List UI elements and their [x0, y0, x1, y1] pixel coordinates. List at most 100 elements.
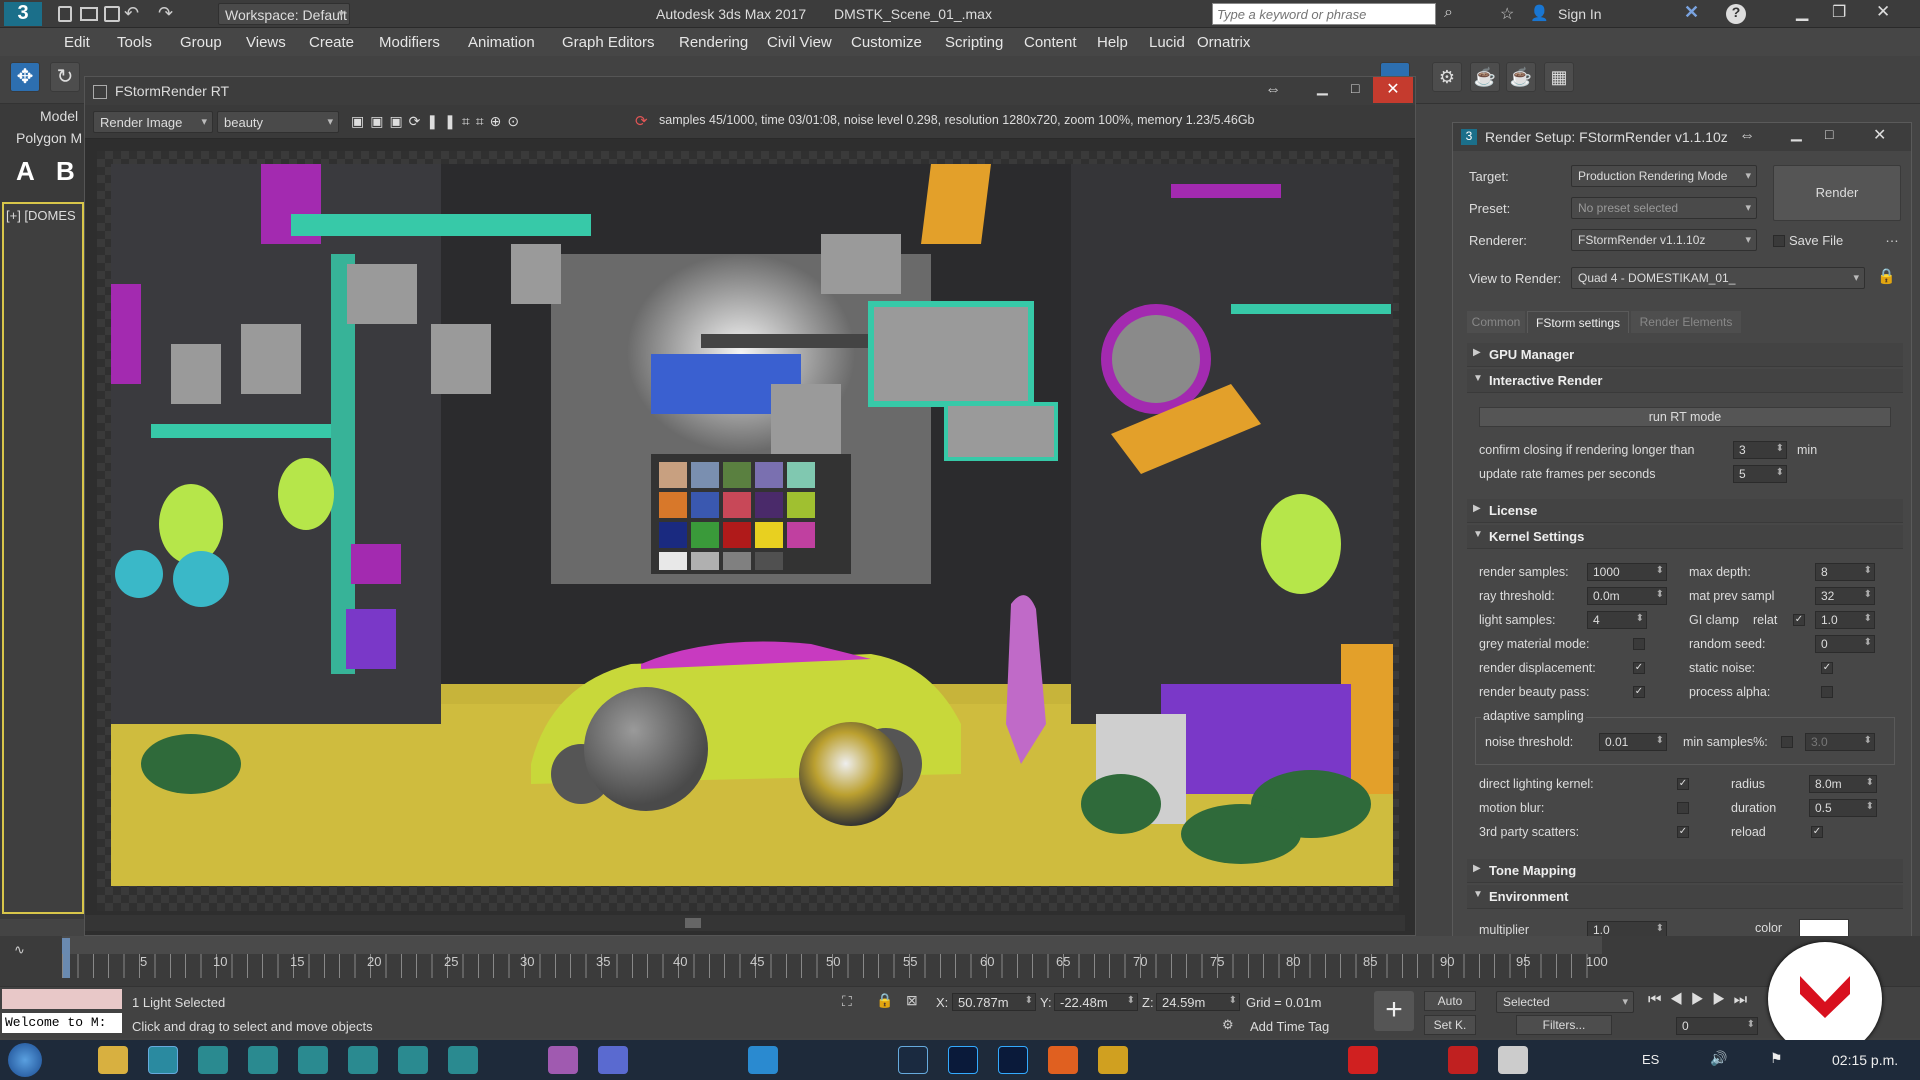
mat-prev-sampl-input[interactable]: 32 [1815, 587, 1875, 605]
clock[interactable]: 02:15 p.m. [1832, 1052, 1898, 1068]
key-filter-dropdown[interactable]: Selected [1496, 991, 1634, 1013]
render-setup-icon[interactable]: ⚙ [1432, 62, 1462, 92]
explorer-icon[interactable] [98, 1046, 128, 1074]
auto-key-button[interactable]: Auto [1424, 991, 1476, 1011]
radius-input[interactable]: 8.0m [1809, 775, 1877, 793]
minimize-window-button[interactable]: ▁ [1796, 2, 1808, 22]
rs-close-button[interactable]: ✕ [1873, 125, 1886, 145]
section-gpu-manager[interactable]: ▶ GPU Manager [1467, 343, 1903, 367]
third-party-scatters-checkbox[interactable]: ✓ [1677, 826, 1689, 838]
menu-civil-view[interactable]: Civil View [767, 34, 832, 51]
rs-minimize-button[interactable]: ▁ [1791, 125, 1802, 142]
menu-lucid[interactable]: Lucid [1149, 34, 1185, 51]
noise-threshold-input[interactable]: 0.01 [1599, 733, 1667, 751]
app-icon[interactable] [398, 1046, 428, 1074]
menu-customize[interactable]: Customize [851, 34, 922, 51]
save-file-checkbox[interactable] [1773, 235, 1785, 247]
search-input[interactable] [1212, 3, 1436, 25]
undo-icon[interactable]: ↶ [124, 3, 139, 24]
menu-graph-editors[interactable]: Graph Editors [562, 34, 655, 51]
bold-tool-icon[interactable]: B [56, 156, 75, 187]
channel-dropdown[interactable]: Render Image [93, 111, 213, 133]
selection-lock-icon[interactable]: 🔒 [876, 992, 893, 1009]
app-icon[interactable] [1498, 1046, 1528, 1074]
redo-icon[interactable]: ↷ [158, 3, 173, 24]
rotate-icon[interactable]: ↻ [50, 62, 80, 92]
filters-button[interactable]: Filters... [1516, 1015, 1612, 1035]
add-time-tag[interactable]: Add Time Tag [1250, 1019, 1329, 1034]
playback-controls[interactable]: ⏮◀▶▶⏭ [1648, 991, 1755, 1008]
model-tab[interactable]: Model [40, 108, 78, 124]
timeline[interactable]: ∿ 5 10 15 20 25 30 35 40 45 50 55 60 65 … [0, 936, 1920, 986]
grey-material-checkbox[interactable] [1633, 638, 1645, 650]
lock-icon[interactable]: 🔒 [1877, 267, 1896, 285]
run-rt-mode-button[interactable]: run RT mode [1479, 407, 1891, 427]
app-icon[interactable] [748, 1046, 778, 1074]
section-interactive-render[interactable]: ▼ Interactive Render [1467, 369, 1903, 393]
menu-tools[interactable]: Tools [117, 34, 152, 51]
photoshop-icon[interactable] [998, 1046, 1028, 1074]
render-beauty-checkbox[interactable]: ✓ [1633, 686, 1645, 698]
rt-close-button[interactable]: ✕ [1373, 77, 1413, 103]
app-icon[interactable] [448, 1046, 478, 1074]
menu-views[interactable]: Views [246, 34, 286, 51]
lightroom-icon[interactable] [898, 1046, 928, 1074]
section-environment[interactable]: ▼ Environment [1467, 885, 1903, 909]
viewport-label[interactable]: [+] [DOMES [6, 208, 76, 223]
menu-group[interactable]: Group [180, 34, 222, 51]
app-icon[interactable] [348, 1046, 378, 1074]
absolute-mode-icon[interactable]: ⊠ [906, 992, 918, 1009]
maxscript-listener[interactable] [2, 989, 122, 1009]
section-kernel-settings[interactable]: ▼ Kernel Settings [1467, 525, 1903, 549]
duration-input[interactable]: 0.5 [1809, 799, 1877, 817]
flag-icon[interactable]: ⚑ [1770, 1050, 1783, 1067]
rt-arrows-icon[interactable]: ⇔ [1265, 81, 1281, 99]
set-key-button[interactable]: Set K. [1424, 1015, 1476, 1035]
chrome-icon[interactable] [1098, 1046, 1128, 1074]
workspace-dropdown[interactable]: Workspace: Default [218, 3, 350, 25]
maximize-window-button[interactable]: ❐ [1832, 2, 1846, 22]
text-tool-icon[interactable]: A [16, 156, 35, 187]
app-icon[interactable] [1448, 1046, 1478, 1074]
app-icon[interactable] [1348, 1046, 1378, 1074]
menu-scripting[interactable]: Scripting [945, 34, 1003, 51]
new-file-icon[interactable] [58, 6, 72, 22]
confirm-closing-input[interactable]: 3 [1733, 441, 1787, 459]
star-icon[interactable]: ☆ [1500, 4, 1514, 24]
rs-maximize-button[interactable]: □ [1825, 126, 1833, 142]
menu-ornatrix[interactable]: Ornatrix [1197, 34, 1250, 51]
tab-render-elements[interactable]: Render Elements [1631, 311, 1741, 333]
static-noise-checkbox[interactable]: ✓ [1821, 662, 1833, 674]
app-icon[interactable] [548, 1046, 578, 1074]
relat-checkbox[interactable]: ✓ [1793, 614, 1805, 626]
current-frame-input[interactable]: 0 [1676, 1017, 1758, 1035]
min-samples-input[interactable]: 3.0 [1805, 733, 1875, 751]
user-icon[interactable]: 👤 [1530, 4, 1549, 22]
app-icon[interactable] [598, 1046, 628, 1074]
key-mode-icon[interactable]: + [1374, 991, 1414, 1031]
rt-maximize-button[interactable]: □ [1351, 80, 1359, 96]
menu-create[interactable]: Create [309, 34, 354, 51]
grid-layout-icon[interactable]: ▦ [1544, 62, 1574, 92]
random-seed-input[interactable]: 0 [1815, 635, 1875, 653]
target-dropdown[interactable]: Production Rendering Mode [1571, 165, 1757, 187]
close-window-button[interactable]: ✕ [1876, 2, 1890, 22]
z-coordinate-input[interactable]: 24.59m [1156, 993, 1240, 1011]
curve-editor-icon[interactable]: ∿ [14, 942, 25, 958]
polygon-modeling-tab[interactable]: Polygon M [16, 130, 82, 146]
volume-icon[interactable]: 🔊 [1710, 1050, 1727, 1067]
render-active-icon[interactable]: ☕ [1506, 62, 1536, 92]
firefox-icon[interactable] [1048, 1046, 1078, 1074]
pass-dropdown[interactable]: beauty [217, 111, 339, 133]
isolate-icon[interactable]: ⛶ [842, 993, 852, 1010]
binoculars-icon[interactable]: ⌕ [1444, 4, 1453, 22]
app-icon[interactable] [248, 1046, 278, 1074]
horizontal-scrollbar[interactable] [85, 915, 1405, 931]
app-logo-icon[interactable]: 3 [4, 2, 42, 26]
save-icon[interactable] [104, 6, 120, 22]
ray-threshold-input[interactable]: 0.0m [1587, 587, 1667, 605]
more-options-icon[interactable]: … [1885, 229, 1899, 245]
menu-content[interactable]: Content [1024, 34, 1077, 51]
y-coordinate-input[interactable]: -22.48m [1054, 993, 1138, 1011]
exchange-icon[interactable]: ✕ [1684, 2, 1699, 23]
